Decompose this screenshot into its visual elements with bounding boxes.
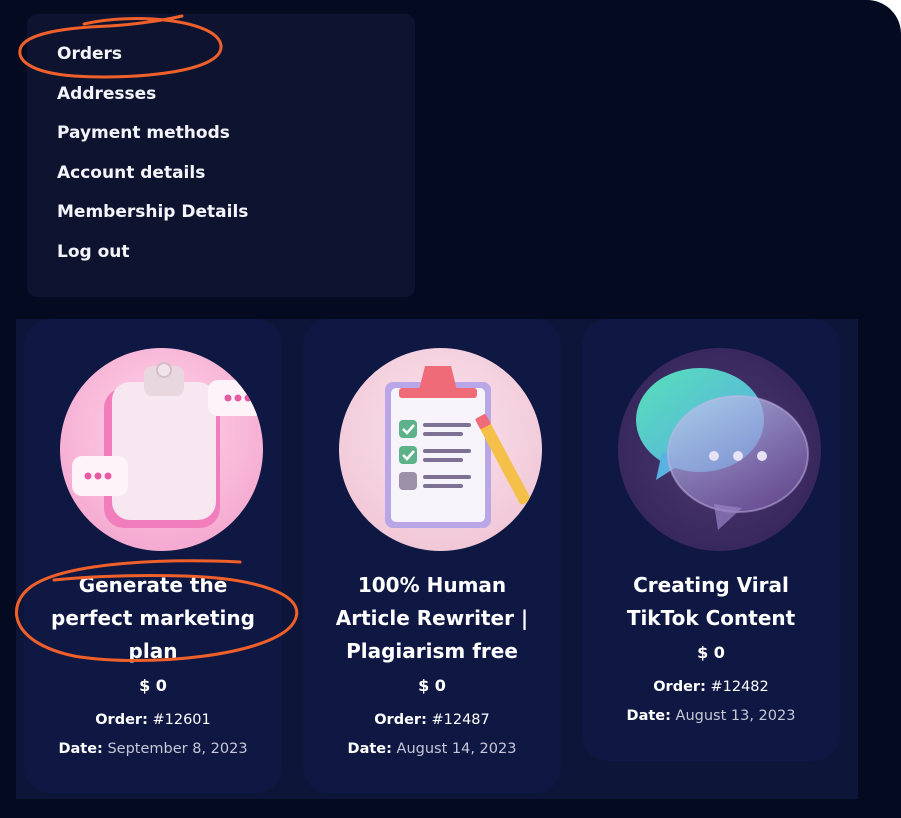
menu-item-payment-methods[interactable]: Payment methods — [57, 123, 230, 143]
order-date: Date: September 8, 2023 — [58, 741, 248, 757]
menu-item-addresses[interactable]: Addresses — [57, 84, 156, 104]
checklist-clipboard-icon — [339, 348, 542, 551]
order-date: Date: August 14, 2023 — [347, 741, 517, 757]
menu-item-log-out[interactable]: Log out — [57, 242, 130, 262]
menu-item-account-details[interactable]: Account details — [57, 163, 205, 183]
price: $ 0 — [418, 676, 446, 695]
product-title: Creating Viral TikTok Content — [626, 573, 796, 630]
account-page: Orders Addresses Payment methods Account… — [0, 0, 901, 818]
menu-item-membership-details[interactable]: Membership Details — [57, 202, 248, 222]
product-title: Generate the perfect marketing plan — [51, 573, 255, 663]
order-number: Order: #12601 — [95, 712, 211, 728]
product-title: 100% Human Article Rewriter | Plagiarism… — [335, 573, 529, 663]
menu-item-orders[interactable]: Orders — [57, 44, 122, 64]
order-number: Order: #12482 — [653, 679, 769, 695]
order-number: Order: #12487 — [374, 712, 490, 728]
price: $ 0 — [697, 643, 725, 662]
speech-bubbles-icon — [618, 348, 821, 551]
order-card[interactable]: Generate the perfect marketing plan $ 0 … — [24, 319, 282, 793]
price: $ 0 — [139, 676, 167, 695]
clipboard-chat-bubbles-icon — [60, 348, 263, 551]
order-card[interactable]: 100% Human Article Rewriter | Plagiarism… — [303, 319, 561, 793]
orders-grid: Generate the perfect marketing plan $ 0 … — [16, 319, 858, 799]
order-card[interactable]: Creating Viral TikTok Content $ 0 Order:… — [582, 319, 840, 761]
order-date: Date: August 13, 2023 — [626, 708, 796, 724]
account-navigation-menu: Orders Addresses Payment methods Account… — [27, 14, 415, 297]
